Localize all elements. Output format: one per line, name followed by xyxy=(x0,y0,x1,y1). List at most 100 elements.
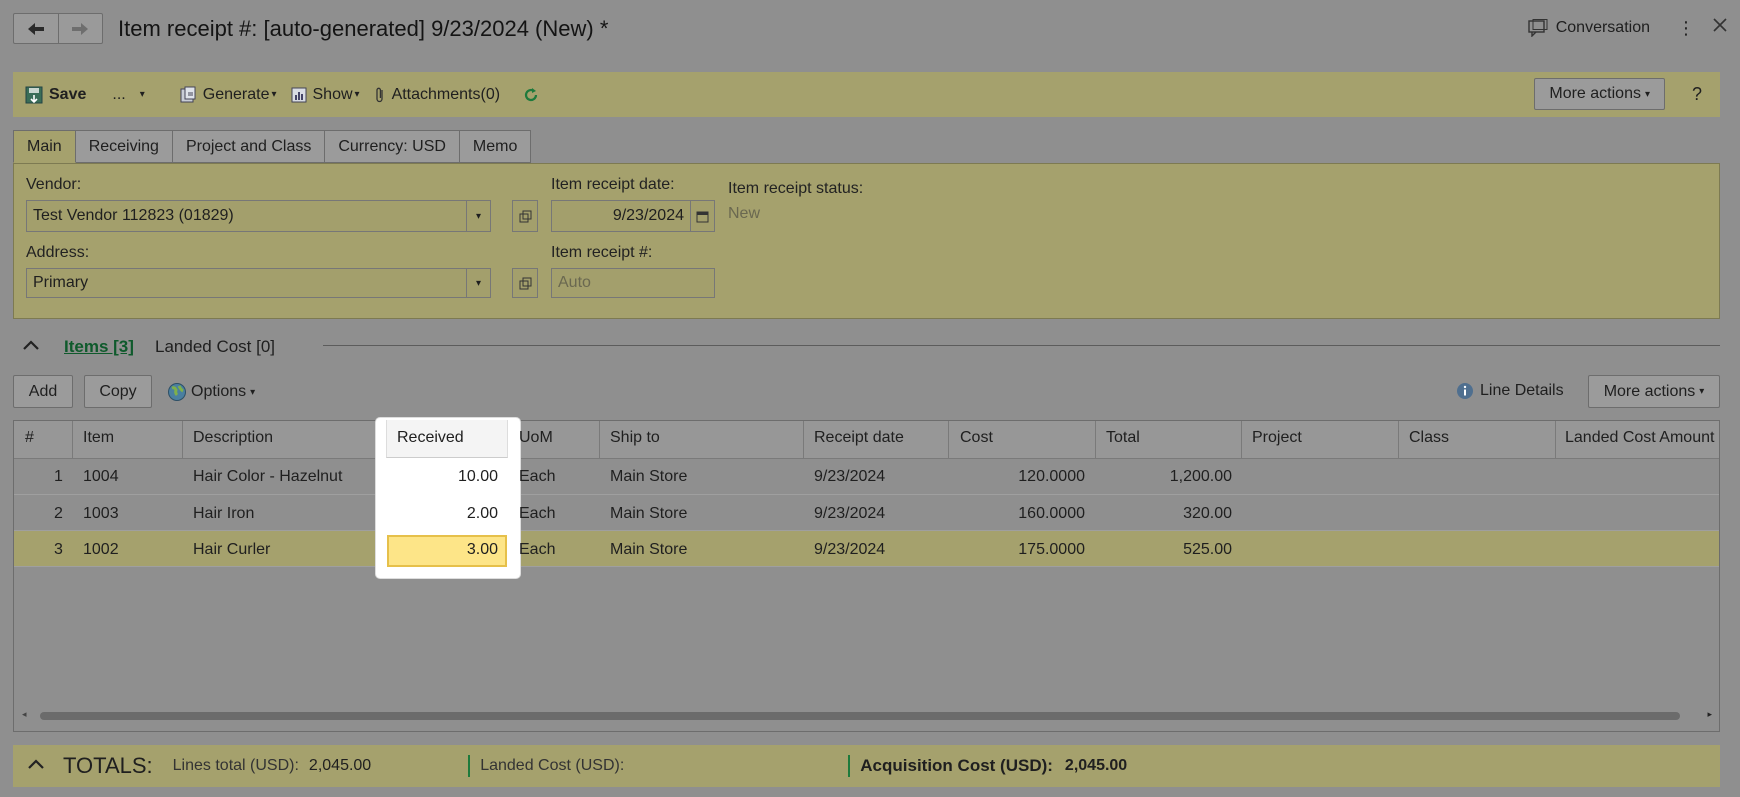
add-button[interactable]: Add xyxy=(13,375,73,408)
col-header-cost[interactable]: Cost xyxy=(960,429,993,447)
page-title: Item receipt #: [auto-generated] 9/23/20… xyxy=(118,16,609,41)
cell-uom[interactable]: Each xyxy=(519,541,555,559)
vendor-edit-button[interactable] xyxy=(512,200,538,232)
open-link-icon xyxy=(519,210,531,222)
copy-button[interactable]: Copy xyxy=(84,375,152,408)
back-button[interactable] xyxy=(14,14,58,43)
col-header-description[interactable]: Description xyxy=(193,429,273,447)
col-header-project[interactable]: Project xyxy=(1252,429,1302,447)
report-icon xyxy=(291,87,306,102)
col-header-number[interactable]: # xyxy=(25,429,34,447)
cell-receipt-date[interactable]: 9/23/2024 xyxy=(814,505,885,523)
arrow-left-icon xyxy=(27,22,44,35)
cell-receipt-date[interactable]: 9/23/2024 xyxy=(814,541,885,559)
divider xyxy=(848,755,851,777)
more-dots-button[interactable]: ... ▾ xyxy=(112,86,144,104)
receipt-number-field[interactable]: Auto xyxy=(551,268,715,298)
receipt-date-value: 9/23/2024 xyxy=(612,207,684,224)
col-header-total[interactable]: Total xyxy=(1106,429,1140,447)
status-value: New xyxy=(728,205,761,222)
cell-item[interactable]: 1004 xyxy=(83,468,119,486)
main-toolbar: Save ... ▾ Generate ▾ Show ▾ Attachments… xyxy=(13,72,1720,117)
main-form-panel: Vendor: Test Vendor 112823 (01829) ▾ Add… xyxy=(13,163,1720,319)
options-button[interactable]: Options ▾ xyxy=(167,382,255,402)
col-header-ship-to[interactable]: Ship to xyxy=(610,429,660,447)
forward-button[interactable] xyxy=(57,14,103,43)
receipt-number-label: Item receipt #: xyxy=(551,244,653,261)
cell-description[interactable]: Hair Color - Hazelnut xyxy=(193,468,342,486)
help-button[interactable]: ? xyxy=(1692,84,1702,105)
cell-received-editing[interactable]: 3.00 xyxy=(390,541,498,559)
chevron-down-icon[interactable]: ▾ xyxy=(466,201,490,231)
collapse-totals-button[interactable] xyxy=(27,757,45,775)
col-header-landed-cost-amount[interactable]: Landed Cost Amount xyxy=(1565,429,1714,447)
tab-main[interactable]: Main xyxy=(13,130,76,163)
chevron-up-icon xyxy=(28,759,44,769)
cell-item[interactable]: 1003 xyxy=(83,505,119,523)
cell-receipt-date[interactable]: 9/23/2024 xyxy=(814,468,885,486)
globe-icon xyxy=(168,383,186,401)
chevron-down-icon[interactable]: ▾ xyxy=(466,269,490,297)
col-header-receipt-date[interactable]: Receipt date xyxy=(814,429,904,447)
tab-items[interactable]: Items [3] xyxy=(64,337,134,357)
col-header-received[interactable]: Received xyxy=(397,429,464,447)
vendor-selector[interactable]: Test Vendor 112823 (01829) ▾ xyxy=(26,200,491,232)
cell-cost[interactable]: 120.0000 xyxy=(960,468,1085,486)
scroll-left-icon[interactable]: ◂ xyxy=(22,709,27,720)
tab-currency[interactable]: Currency: USD xyxy=(325,130,460,163)
col-header-uom[interactable]: UoM xyxy=(519,429,553,447)
grid-more-actions-button[interactable]: More actions ▾ xyxy=(1588,375,1720,408)
cell-received[interactable]: 2.00 xyxy=(390,505,498,523)
tab-receiving[interactable]: Receiving xyxy=(75,130,173,163)
line-details-button[interactable]: Line Details xyxy=(1456,382,1564,400)
tab-project-and-class[interactable]: Project and Class xyxy=(172,130,326,163)
save-icon xyxy=(25,86,43,103)
scroll-thumb[interactable] xyxy=(40,712,1680,720)
chevron-down-icon: ▾ xyxy=(271,89,277,100)
address-selector[interactable]: Primary ▾ xyxy=(26,268,491,298)
show-button[interactable]: Show ▾ xyxy=(291,86,360,104)
chat-icon xyxy=(1528,18,1548,37)
tab-memo[interactable]: Memo xyxy=(459,130,532,163)
tab-landed-cost[interactable]: Landed Cost [0] xyxy=(155,337,275,357)
cell-uom[interactable]: Each xyxy=(519,468,555,486)
divider xyxy=(468,755,471,777)
receipt-date-field[interactable]: 9/23/2024 xyxy=(551,200,715,232)
cell-received[interactable]: 10.00 xyxy=(390,468,498,486)
totals-bar: TOTALS: Lines total (USD): 2,045.00 Land… xyxy=(13,745,1720,787)
totals-title: TOTALS: xyxy=(63,753,153,778)
close-icon[interactable] xyxy=(1710,18,1730,37)
cell-description[interactable]: Hair Curler xyxy=(193,541,270,559)
cell-uom[interactable]: Each xyxy=(519,505,555,523)
cell-item[interactable]: 1002 xyxy=(83,541,119,559)
cell-total: 525.00 xyxy=(1183,541,1232,558)
cell-total: 1,200.00 xyxy=(1169,468,1232,485)
address-edit-button[interactable] xyxy=(512,268,538,298)
attachments-button[interactable]: Attachments(0) xyxy=(374,86,500,104)
cell-ship-to[interactable]: Main Store xyxy=(610,541,687,559)
cell-cost[interactable]: 160.0000 xyxy=(960,505,1085,523)
scroll-right-icon[interactable]: ▸ xyxy=(1707,709,1712,720)
cell-total: 320.00 xyxy=(1183,505,1232,522)
col-header-item[interactable]: Item xyxy=(83,429,114,447)
address-label: Address: xyxy=(26,244,90,261)
cell-cost[interactable]: 175.0000 xyxy=(960,541,1085,559)
col-header-class[interactable]: Class xyxy=(1409,429,1449,447)
kebab-menu-icon[interactable]: ⋮ xyxy=(1676,19,1696,37)
more-actions-button[interactable]: More actions ▾ xyxy=(1534,78,1665,110)
save-button[interactable]: Save xyxy=(25,86,86,104)
cell-ship-to[interactable]: Main Store xyxy=(610,468,687,486)
calendar-icon[interactable] xyxy=(690,201,714,231)
refresh-button[interactable] xyxy=(522,86,540,104)
top-right-actions: Conversation ⋮ xyxy=(1528,18,1730,37)
generate-icon xyxy=(180,86,196,102)
cell-description[interactable]: Hair Iron xyxy=(193,505,254,523)
cell-number: 2 xyxy=(54,505,63,522)
collapse-items-button[interactable] xyxy=(22,338,40,356)
horizontal-scrollbar[interactable]: ◂ ▸ xyxy=(22,709,1712,723)
conversation-button[interactable]: Conversation xyxy=(1528,18,1650,37)
generate-button[interactable]: Generate ▾ xyxy=(179,86,277,104)
paperclip-icon xyxy=(375,87,383,102)
cell-ship-to[interactable]: Main Store xyxy=(610,505,687,523)
receipt-number-placeholder: Auto xyxy=(558,274,591,291)
